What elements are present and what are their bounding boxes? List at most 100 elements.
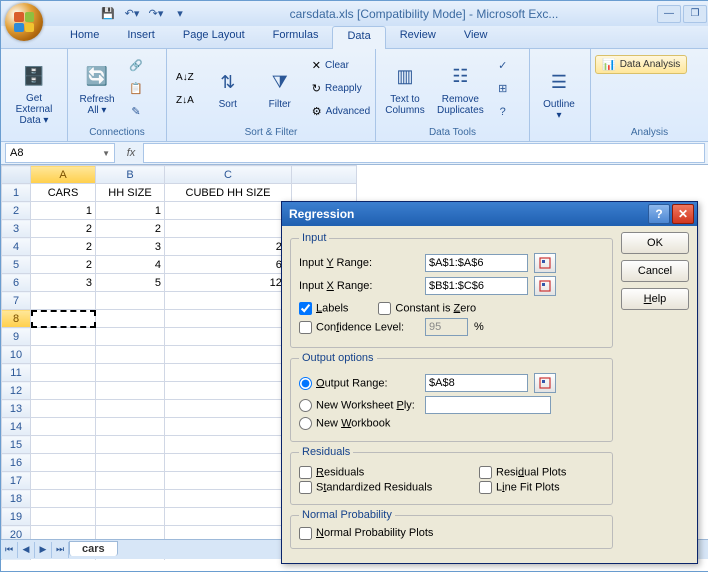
data-validation-button[interactable]: ✓ — [491, 55, 515, 77]
confidence-checkbox[interactable]: Confidence Level: — [299, 321, 419, 334]
cell[interactable]: CUBED HH SIZE — [165, 184, 292, 202]
sort-button[interactable]: ⇅Sort — [203, 54, 253, 124]
ribbon-tab-review[interactable]: Review — [386, 26, 450, 48]
cell[interactable]: 3 — [31, 274, 96, 292]
new-worksheet-field[interactable] — [425, 396, 551, 414]
cell[interactable] — [165, 292, 292, 310]
cell[interactable]: 3 — [96, 238, 165, 256]
row-header[interactable]: 16 — [2, 454, 31, 472]
dialog-help-icon[interactable]: ? — [648, 204, 670, 224]
input-x-range-field[interactable] — [425, 277, 528, 295]
reapply-button[interactable]: ↻Reapply — [307, 78, 375, 100]
properties-button[interactable]: 📋 — [124, 78, 148, 100]
cell[interactable] — [31, 490, 96, 508]
cell[interactable] — [31, 382, 96, 400]
sort-desc-button[interactable]: Z↓A — [171, 89, 199, 111]
consolidate-button[interactable]: ⊞ — [491, 78, 515, 100]
cell[interactable] — [96, 328, 165, 346]
formula-input[interactable] — [143, 143, 705, 163]
cell[interactable] — [165, 418, 292, 436]
ribbon-tab-home[interactable]: Home — [56, 26, 113, 48]
ribbon-tab-formulas[interactable]: Formulas — [259, 26, 333, 48]
outline-button[interactable]: ☰Outline ▾ — [534, 59, 584, 129]
cell[interactable] — [96, 418, 165, 436]
remove-duplicates-button[interactable]: ☷Remove Duplicates — [432, 54, 489, 124]
redo-icon[interactable]: ↷▾ — [145, 3, 167, 25]
cell[interactable]: 1 — [31, 202, 96, 220]
column-header[interactable]: A — [31, 166, 96, 184]
cell[interactable] — [96, 292, 165, 310]
row-header[interactable]: 2 — [2, 202, 31, 220]
row-header[interactable]: 19 — [2, 508, 31, 526]
fx-icon[interactable]: fx — [119, 147, 143, 159]
cell[interactable] — [165, 310, 292, 328]
get-external-data-button[interactable]: 🗄️Get External Data ▾ — [5, 59, 63, 129]
row-header[interactable]: 8 — [2, 310, 31, 328]
row-header[interactable]: 7 — [2, 292, 31, 310]
sheet-nav-last[interactable]: ⏭ — [52, 542, 69, 558]
output-range-radio[interactable]: Output Range: — [299, 377, 419, 390]
ribbon-tab-view[interactable]: View — [450, 26, 502, 48]
cell[interactable] — [96, 490, 165, 508]
ok-button[interactable]: OK — [621, 232, 689, 254]
refresh-all-button[interactable]: 🔄Refresh All ▾ — [72, 54, 122, 124]
cell[interactable] — [165, 472, 292, 490]
column-header[interactable]: B — [96, 166, 165, 184]
row-header[interactable]: 10 — [2, 346, 31, 364]
row-header[interactable]: 13 — [2, 400, 31, 418]
x-range-ref-button[interactable] — [534, 276, 556, 296]
text-to-columns-button[interactable]: ▥Text to Columns — [380, 54, 430, 124]
cell[interactable]: 8 — [165, 220, 292, 238]
cell[interactable]: 1 — [96, 202, 165, 220]
new-worksheet-radio[interactable]: New Worksheet Ply: — [299, 399, 419, 412]
new-workbook-radio[interactable]: New Workbook — [299, 417, 419, 430]
cell[interactable]: 27 — [165, 238, 292, 256]
cell[interactable] — [96, 346, 165, 364]
cell[interactable] — [31, 328, 96, 346]
cell[interactable] — [31, 472, 96, 490]
cell[interactable]: 2 — [31, 220, 96, 238]
cell[interactable] — [165, 490, 292, 508]
row-header[interactable]: 15 — [2, 436, 31, 454]
line-fit-plots-checkbox[interactable]: Line Fit Plots — [479, 481, 560, 494]
cell[interactable]: 2 — [31, 238, 96, 256]
cell[interactable] — [96, 364, 165, 382]
cell[interactable]: CARS — [31, 184, 96, 202]
clear-button[interactable]: ✕Clear — [307, 55, 375, 77]
row-header[interactable]: 9 — [2, 328, 31, 346]
cell[interactable]: 4 — [96, 256, 165, 274]
cell[interactable] — [31, 454, 96, 472]
sheet-nav-next[interactable]: ▶ — [35, 542, 52, 558]
ribbon-tab-page-layout[interactable]: Page Layout — [169, 26, 259, 48]
residuals-checkbox[interactable]: Residuals — [299, 466, 449, 479]
save-icon[interactable]: 💾 — [97, 3, 119, 25]
labels-checkbox[interactable]: Labels — [299, 302, 348, 315]
cell[interactable] — [96, 400, 165, 418]
sort-asc-button[interactable]: A↓Z — [171, 66, 199, 88]
cell[interactable]: 5 — [96, 274, 165, 292]
row-header[interactable]: 5 — [2, 256, 31, 274]
row-header[interactable]: 12 — [2, 382, 31, 400]
cell[interactable] — [31, 400, 96, 418]
cell[interactable] — [31, 364, 96, 382]
cell[interactable] — [165, 364, 292, 382]
cell[interactable]: 2 — [96, 220, 165, 238]
row-header[interactable]: 14 — [2, 418, 31, 436]
sheet-nav-first[interactable]: ⏮ — [1, 542, 18, 558]
cell[interactable] — [165, 346, 292, 364]
normal-probability-checkbox[interactable]: Normal Probability Plots — [299, 527, 433, 539]
cell[interactable]: 125 — [165, 274, 292, 292]
cell[interactable] — [96, 454, 165, 472]
output-range-ref-button[interactable] — [534, 373, 556, 393]
cell[interactable] — [165, 400, 292, 418]
cell[interactable] — [96, 472, 165, 490]
minimize-button[interactable]: — — [657, 5, 681, 23]
data-analysis-button[interactable]: 📊 Data Analysis — [595, 55, 687, 74]
cell[interactable] — [96, 382, 165, 400]
y-range-ref-button[interactable] — [534, 253, 556, 273]
row-header[interactable]: 1 — [2, 184, 31, 202]
input-y-range-field[interactable] — [425, 254, 528, 272]
cell[interactable] — [165, 454, 292, 472]
filter-button[interactable]: ⧩Filter — [255, 54, 305, 124]
name-box[interactable]: A8▼ — [5, 143, 115, 163]
